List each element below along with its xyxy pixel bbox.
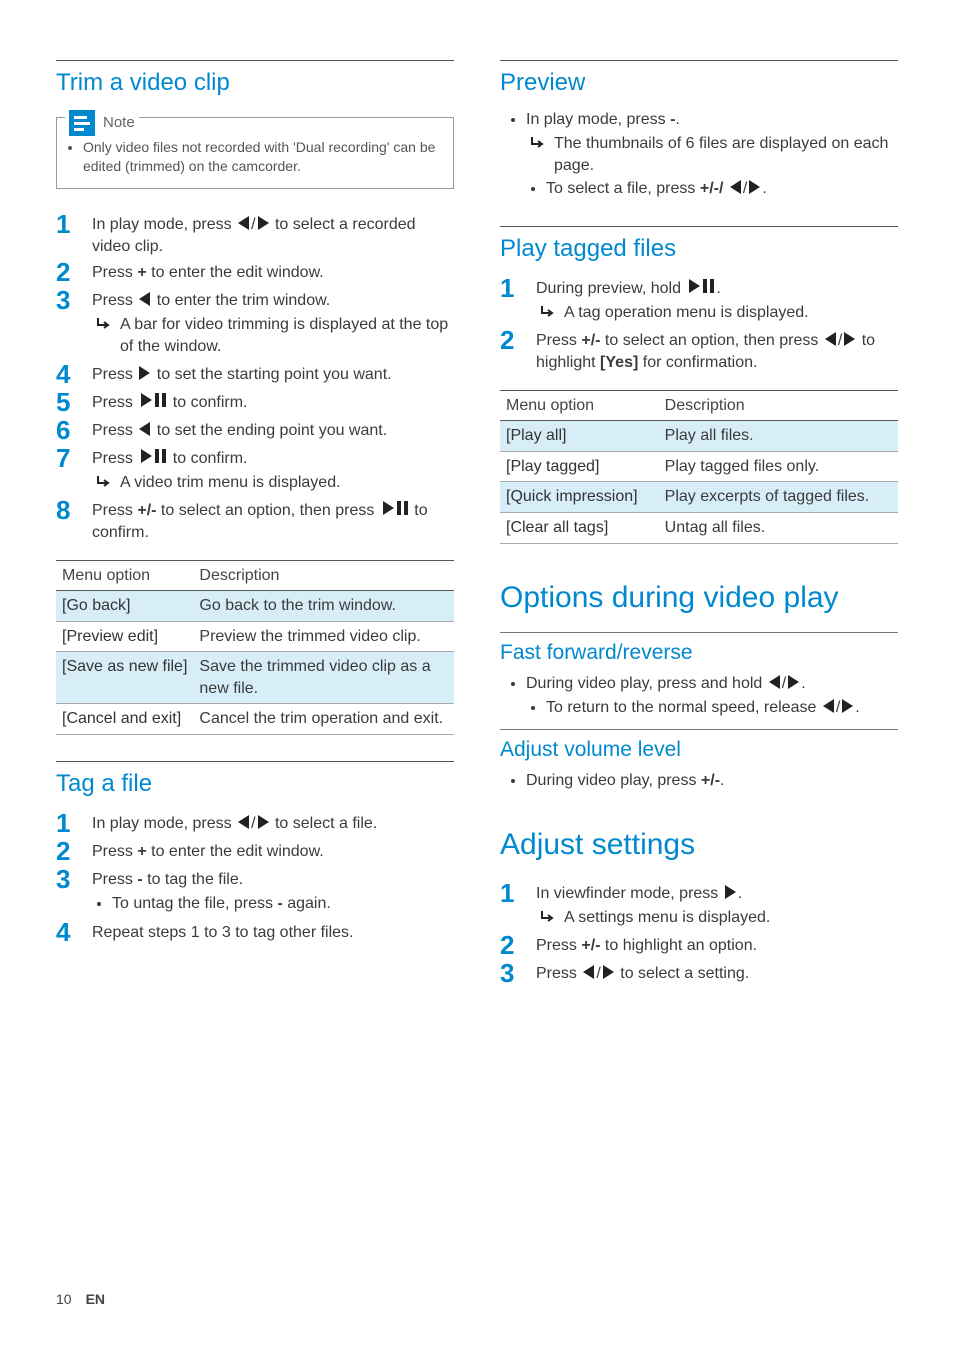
- note-text: Only video files not recorded with 'Dual…: [83, 138, 443, 176]
- right-triangle-icon: [842, 699, 853, 713]
- result-arrow-icon: [96, 475, 112, 489]
- play-pause-icon: [139, 393, 166, 407]
- table-header-desc: Description: [659, 390, 898, 421]
- left-triangle-icon: [238, 815, 249, 829]
- table-row: [Cancel and exit] Cancel the trim operat…: [56, 704, 454, 735]
- page-footer: 10 EN: [56, 1290, 105, 1309]
- section-preview: Preview In play mode, press -. The thumb…: [500, 60, 898, 200]
- play-tagged-steps: During preview, hold . A tag operation m…: [500, 275, 898, 373]
- right-triangle-icon: [725, 885, 736, 899]
- left-triangle-icon: [730, 180, 741, 194]
- table-row: [Preview edit] Preview the trimmed video…: [56, 621, 454, 652]
- adjust-settings-title: Adjust settings: [500, 825, 898, 866]
- result-arrow-icon: [540, 305, 556, 319]
- section-tag-file: Tag a file In play mode, press / to sele…: [56, 761, 454, 945]
- left-triangle-icon: [238, 216, 249, 230]
- right-triangle-icon: [139, 366, 150, 380]
- tag-title: Tag a file: [56, 768, 454, 800]
- table-header-option: Menu option: [500, 390, 659, 421]
- note-box: Note Only video files not recorded with …: [56, 117, 454, 189]
- note-label: Note: [103, 113, 135, 133]
- table-row: [Play all] Play all files.: [500, 421, 898, 452]
- table-row: [Go back] Go back to the trim window.: [56, 591, 454, 622]
- note-icon: [69, 110, 95, 136]
- left-column: Trim a video clip Note Only video files …: [56, 60, 454, 1002]
- volume-list: During video play, press +/-.: [500, 770, 898, 792]
- left-triangle-icon: [825, 332, 836, 346]
- adjust-settings-steps: In viewfinder mode, press . A settings m…: [500, 880, 898, 986]
- right-triangle-icon: [258, 815, 269, 829]
- left-triangle-icon: [769, 675, 780, 689]
- trim-title: Trim a video clip: [56, 67, 454, 99]
- volume-title: Adjust volume level: [500, 729, 898, 764]
- right-column: Preview In play mode, press -. The thumb…: [500, 60, 898, 1002]
- play-tagged-options-table: Menu option Description [Play all] Play …: [500, 390, 898, 544]
- right-triangle-icon: [788, 675, 799, 689]
- options-during-play-title: Options during video play: [500, 578, 898, 619]
- page-number: 10: [56, 1290, 72, 1309]
- trim-options-table: Menu option Description [Go back] Go bac…: [56, 560, 454, 736]
- table-header-option: Menu option: [56, 560, 193, 591]
- section-trim-video: Trim a video clip Note Only video files …: [56, 60, 454, 735]
- trim-steps: In play mode, press / to select a record…: [56, 211, 454, 543]
- table-row: [Clear all tags] Untag all files.: [500, 512, 898, 543]
- ffwd-title: Fast forward/reverse: [500, 632, 898, 667]
- result-arrow-icon: [530, 136, 546, 150]
- play-pause-icon: [381, 501, 408, 515]
- section-play-tagged: Play tagged files During preview, hold .…: [500, 226, 898, 544]
- ffwd-list: During video play, press and hold /. To …: [500, 673, 898, 718]
- table-row: [Play tagged] Play tagged files only.: [500, 451, 898, 482]
- result-arrow-icon: [540, 910, 556, 924]
- page-lang: EN: [86, 1290, 105, 1309]
- left-triangle-icon: [823, 699, 834, 713]
- table-row: [Save as new file] Save the trimmed vide…: [56, 652, 454, 704]
- left-triangle-icon: [139, 292, 150, 306]
- result-arrow-icon: [96, 317, 112, 331]
- play-pause-icon: [687, 279, 714, 293]
- left-triangle-icon: [583, 965, 594, 979]
- tag-steps: In play mode, press / to select a file. …: [56, 810, 454, 944]
- left-triangle-icon: [139, 422, 150, 436]
- play-pause-icon: [139, 449, 166, 463]
- table-row: [Quick impression] Play excerpts of tagg…: [500, 482, 898, 513]
- preview-title: Preview: [500, 67, 898, 99]
- table-header-desc: Description: [193, 560, 454, 591]
- right-triangle-icon: [844, 332, 855, 346]
- right-triangle-icon: [603, 965, 614, 979]
- right-triangle-icon: [749, 180, 760, 194]
- play-tagged-title: Play tagged files: [500, 233, 898, 265]
- right-triangle-icon: [258, 216, 269, 230]
